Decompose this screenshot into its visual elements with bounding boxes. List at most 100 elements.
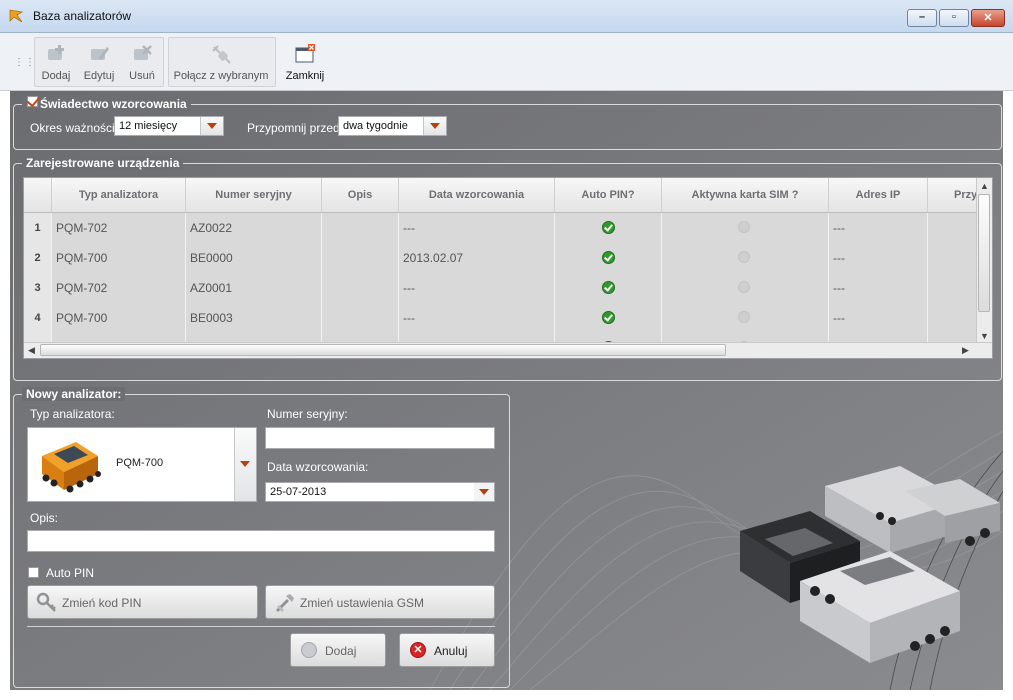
sim-active-cell xyxy=(662,213,829,243)
calibration-checkbox[interactable] xyxy=(27,96,38,107)
auto-pin-cell xyxy=(555,213,662,243)
vertical-scroll-thumb[interactable] xyxy=(978,194,990,312)
calibration-title: Świadectwo wzorcowania xyxy=(22,97,191,111)
window-title: Baza analizatorów xyxy=(33,9,132,23)
scroll-down-icon[interactable]: ▼ xyxy=(980,331,989,341)
calibration-date-picker[interactable]: 25-07-2013 xyxy=(265,482,495,502)
horizontal-scrollbar[interactable]: ◀ ▶ xyxy=(24,342,992,358)
row-number-header xyxy=(24,178,52,212)
extra-cell xyxy=(928,273,979,303)
auto-pin-cell xyxy=(555,243,662,273)
analyzer-type-value: PQM-700 xyxy=(116,457,164,469)
extra-cell xyxy=(928,243,979,273)
devices-table: Typ analizatora Numer seryjny Opis Data … xyxy=(23,177,993,359)
toolbar-delete-button[interactable]: Usuń xyxy=(122,37,162,85)
column-header[interactable]: Auto PIN? xyxy=(555,178,662,212)
scroll-up-icon[interactable]: ▲ xyxy=(980,181,989,191)
toolbar-add-button[interactable]: Dodaj xyxy=(36,37,76,85)
table-row[interactable]: 2 PQM-700 BE0000 2013.02.07 --- xyxy=(24,243,979,274)
toolbar-close-button[interactable]: Zamknij xyxy=(283,37,327,85)
serial-number-cell: AZ0001 xyxy=(186,273,322,303)
change-gsm-button[interactable]: Zmień ustawienia GSM xyxy=(265,585,495,619)
description-input[interactable] xyxy=(27,530,495,552)
ip-address-cell: --- xyxy=(829,303,928,333)
radio-off-icon xyxy=(738,281,750,293)
radio-off-icon xyxy=(738,251,750,263)
check-icon xyxy=(602,311,615,324)
description-cell xyxy=(322,243,399,273)
row-number: 4 xyxy=(24,303,52,333)
validity-select[interactable]: 12 miesięcy xyxy=(114,116,224,136)
remind-select[interactable]: dwa tygodnie xyxy=(338,116,447,136)
calibration-date-cell: --- xyxy=(399,303,555,333)
calibration-date-cell: --- xyxy=(399,273,555,303)
serial-number-input[interactable] xyxy=(265,427,495,449)
plug-icon xyxy=(210,43,232,65)
toolbar-edit-button[interactable]: Edytuj xyxy=(79,37,119,85)
analyzer-type-select[interactable]: PQM-700 xyxy=(27,427,257,502)
check-circle-icon xyxy=(301,642,317,658)
chevron-down-icon[interactable] xyxy=(234,428,256,501)
column-header[interactable]: Adres IP xyxy=(829,178,928,212)
column-header[interactable]: Typ analizatora xyxy=(52,178,186,212)
scroll-left-icon[interactable]: ◀ xyxy=(28,345,35,356)
auto-pin-cell xyxy=(555,303,662,333)
analyzer-type-cell: PQM-702 xyxy=(52,213,186,243)
add-device-icon xyxy=(45,43,67,65)
app-logo-icon xyxy=(9,9,23,23)
scroll-right-icon[interactable]: ▶ xyxy=(962,345,969,356)
description-label: Opis: xyxy=(30,511,59,525)
table-row[interactable]: 3 PQM-702 AZ0001 --- --- xyxy=(24,273,979,304)
description-cell xyxy=(322,273,399,303)
ip-address-cell: --- xyxy=(829,213,928,243)
auto-pin-checkbox[interactable] xyxy=(28,567,39,578)
chevron-down-icon[interactable] xyxy=(423,117,446,135)
column-header[interactable]: Data wzorcowania xyxy=(399,178,555,212)
analyzer-type-cell: PQM-700 xyxy=(52,303,186,333)
serial-number-cell: AZ0022 xyxy=(186,213,322,243)
description-cell xyxy=(322,213,399,243)
horizontal-scroll-thumb[interactable] xyxy=(40,344,726,356)
sim-active-cell xyxy=(662,303,829,333)
sim-active-cell xyxy=(662,243,829,273)
table-row[interactable]: 1 PQM-702 AZ0022 --- --- xyxy=(24,213,979,244)
auto-pin-cell xyxy=(555,273,662,303)
serial-number-cell: BE0003 xyxy=(186,303,322,333)
form-divider xyxy=(27,626,495,627)
check-icon xyxy=(602,221,615,234)
column-header[interactable]: Przy xyxy=(928,178,979,212)
serial-number-cell: BE0000 xyxy=(186,243,322,273)
check-icon xyxy=(602,281,615,294)
analyzer-device-image xyxy=(42,442,101,493)
sim-active-cell xyxy=(662,273,829,303)
calibration-date-cell: 2013.02.07 xyxy=(399,243,555,273)
extra-cell xyxy=(928,303,979,333)
column-header[interactable]: Numer seryjny xyxy=(186,178,322,212)
close-window-button[interactable]: ✕ xyxy=(971,9,1005,27)
column-header[interactable]: Opis xyxy=(322,178,399,212)
table-header: Typ analizatora Numer seryjny Opis Data … xyxy=(24,178,979,213)
tools-icon xyxy=(275,594,294,613)
edit-device-icon xyxy=(88,43,110,65)
change-pin-button[interactable]: Zmień kod PIN xyxy=(27,585,258,619)
cancel-button[interactable]: ✕ Anuluj xyxy=(399,633,495,667)
chevron-down-icon[interactable] xyxy=(474,483,494,501)
toolbar: ⋮⋮⋮ Dodaj Edytuj Usuń Połącz z wybranym … xyxy=(0,33,1013,91)
remind-label: Przypomnij przed: xyxy=(247,121,344,135)
minimize-button[interactable]: – xyxy=(907,9,937,27)
vertical-scrollbar[interactable]: ▲ ▼ xyxy=(976,178,992,344)
auto-pin-label: Auto PIN xyxy=(46,566,95,580)
chevron-down-icon[interactable] xyxy=(200,117,223,135)
key-icon xyxy=(36,592,56,612)
add-analyzer-button[interactable]: Dodaj xyxy=(290,633,386,667)
maximize-button[interactable]: ▫ xyxy=(939,9,969,27)
cancel-icon: ✕ xyxy=(410,642,426,658)
registered-devices-title: Zarejestrowane urządzenia xyxy=(22,156,184,170)
main-panel: Świadectwo wzorcowania Okres ważności: 1… xyxy=(10,91,1003,690)
row-number: 2 xyxy=(24,243,52,273)
column-header[interactable]: Aktywna karta SIM ? xyxy=(662,178,829,212)
table-row[interactable]: 4 PQM-700 BE0003 --- --- xyxy=(24,303,979,334)
analyzer-type-label: Typ analizatora: xyxy=(30,407,115,421)
toolbar-connect-button[interactable]: Połącz z wybranym xyxy=(168,37,274,85)
new-analyzer-title: Nowy analizator: xyxy=(22,387,126,401)
